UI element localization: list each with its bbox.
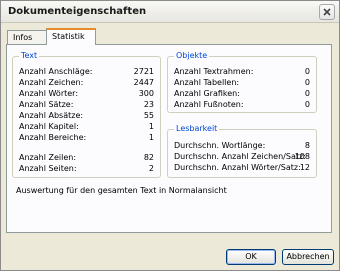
tab-infos[interactable]: Infos (7, 30, 47, 45)
stat-label: Anzahl Grafiken: (174, 89, 240, 98)
stat-value: 8 (304, 141, 310, 150)
stat-label: Anzahl Fußnoten: (174, 100, 244, 109)
stat-value: 300 (138, 89, 154, 98)
stat-row-seiten: Anzahl Seiten: 2 (19, 164, 154, 174)
stat-label: Anzahl Textrahmen: (174, 67, 254, 76)
close-button[interactable] (319, 4, 335, 20)
stat-row-zeilen: Anzahl Zeilen: 82 (19, 153, 154, 163)
objects-group: Objekte Anzahl Textrahmen: 0 Anzahl Tabe… (167, 51, 317, 113)
stat-value: 82 (143, 153, 154, 162)
stat-row-anschlaege: Anzahl Anschläge: 2721 (19, 67, 154, 77)
stat-label: Anzahl Wörter: (19, 89, 79, 98)
stat-value: 0 (304, 67, 310, 76)
stat-row-kapitel: Anzahl Kapitel: 1 (19, 122, 154, 132)
stat-row-woerter: Anzahl Wörter: 300 (19, 89, 154, 99)
tab-statistik[interactable]: Statistik (46, 28, 96, 45)
stat-row-wortlaenge: Durchschn. Wortlänge: 8 (174, 141, 310, 151)
stat-label: Anzahl Zeilen: (19, 153, 77, 162)
stat-row-saetze: Anzahl Sätze: 23 (19, 100, 154, 110)
stat-label: Durchschn. Anzahl Wörter/Satz: (174, 163, 301, 172)
stat-label: Durchschn. Wortlänge: (174, 141, 266, 150)
title-bar[interactable]: Dokumenteigenschaften (1, 1, 339, 23)
stat-value: 1 (148, 122, 154, 131)
cancel-button[interactable]: Abbrechen (282, 249, 334, 265)
stat-label: Anzahl Bereiche: (19, 133, 87, 142)
stat-row-zeichen-pro-satz: Durchschn. Anzahl Zeichen/Satz: 108 (174, 152, 310, 162)
stat-row-tabellen: Anzahl Tabellen: 0 (174, 78, 310, 88)
stat-label: Anzahl Sätze: (19, 100, 74, 109)
stat-row-fussnoten: Anzahl Fußnoten: 0 (174, 100, 310, 110)
readability-group-title: Lesbarkeit (174, 124, 220, 133)
stat-value: 12 (299, 163, 310, 172)
close-icon (323, 8, 331, 16)
analysis-note: Auswertung für den gesamten Text in Norm… (16, 186, 227, 195)
tab-panel-statistik: Text Anzahl Anschläge: 2721 Anzahl Zeich… (6, 44, 332, 233)
text-group-title: Text (19, 51, 40, 60)
stat-value: 2721 (133, 67, 154, 76)
text-group: Text Anzahl Anschläge: 2721 Anzahl Zeich… (12, 51, 161, 178)
stat-label: Anzahl Kapitel: (19, 122, 79, 131)
ok-button[interactable]: OK (226, 249, 276, 265)
stat-value: 2447 (133, 78, 154, 87)
stat-value: 0 (304, 100, 310, 109)
stat-value: 23 (143, 100, 154, 109)
stat-label: Anzahl Seiten: (19, 164, 77, 173)
stat-label: Durchschn. Anzahl Zeichen/Satz: (174, 152, 306, 161)
stat-value: 0 (304, 89, 310, 98)
objects-group-title: Objekte (174, 51, 210, 60)
stat-row-woerter-pro-satz: Durchschn. Anzahl Wörter/Satz: 12 (174, 163, 310, 173)
document-properties-dialog: Dokumenteigenschaften Infos Statistik Te… (0, 0, 340, 271)
stat-value: 0 (304, 78, 310, 87)
stat-value: 2 (148, 164, 154, 173)
stat-row-bereiche: Anzahl Bereiche: 1 (19, 133, 154, 143)
stat-row-grafiken: Anzahl Grafiken: 0 (174, 89, 310, 99)
stat-label: Anzahl Tabellen: (174, 78, 240, 87)
stat-value: 55 (143, 111, 154, 120)
stat-row-zeichen: Anzahl Zeichen: 2447 (19, 78, 154, 88)
stat-value: 108 (294, 152, 310, 161)
window-title: Dokumenteigenschaften (8, 6, 147, 17)
stat-row-textrahmen: Anzahl Textrahmen: 0 (174, 67, 310, 77)
stat-label: Anzahl Anschläge: (19, 67, 93, 76)
stat-label: Anzahl Absätze: (19, 111, 84, 120)
stat-label: Anzahl Zeichen: (19, 78, 84, 87)
stat-row-absaetze: Anzahl Absätze: 55 (19, 111, 154, 121)
stat-value: 1 (148, 133, 154, 142)
readability-group: Lesbarkeit Durchschn. Wortlänge: 8 Durch… (167, 124, 317, 178)
